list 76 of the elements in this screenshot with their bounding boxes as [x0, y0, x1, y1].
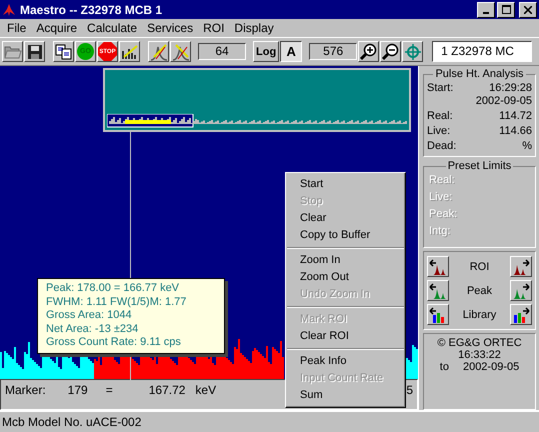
spectrum-button[interactable]: [119, 41, 140, 62]
peak-prev-button[interactable]: [148, 41, 169, 62]
menu-item[interactable]: Services: [142, 21, 198, 35]
next-button[interactable]: [510, 304, 532, 325]
field-label: Real:: [428, 173, 456, 188]
context-menu-item[interactable]: Sum: [286, 387, 405, 404]
field-value: 2002-09-05: [476, 95, 532, 108]
maximize-button[interactable]: [497, 2, 515, 18]
window-title: Maestro -- Z32978 MCB 1: [20, 2, 162, 16]
marker-energy: 167.72: [148, 383, 186, 397]
copy-button[interactable]: [53, 41, 74, 62]
marker-label: Marker:: [5, 383, 46, 397]
log-button[interactable]: Log: [253, 41, 280, 62]
date-text: 2002-09-05: [462, 361, 520, 373]
to-label: to: [440, 361, 449, 373]
context-menu-item[interactable]: Peak Info: [286, 353, 405, 370]
navigation-label: Library: [462, 308, 496, 320]
center-button[interactable]: [402, 41, 424, 62]
detector-field[interactable]: 1 Z32978 MC: [432, 41, 532, 62]
group-title: Pulse Ht. Analysis: [434, 68, 525, 80]
context-menu-item[interactable]: Zoom In: [286, 252, 405, 269]
previous-button[interactable]: [427, 304, 449, 325]
field-label: Start:: [427, 82, 454, 95]
context-menu-item[interactable]: Copy to Buffer: [286, 227, 405, 244]
next-button[interactable]: [510, 256, 532, 277]
open-button[interactable]: [2, 41, 23, 62]
field-label: Dead:: [427, 140, 456, 153]
app-logo-icon: [2, 2, 16, 16]
clock-time: 16:33:22: [457, 349, 502, 361]
field-value: 16:29:28: [489, 82, 532, 95]
peak-info-line: FWHM: 1.11 FW(1/5)M: 1.77: [46, 296, 188, 309]
marker-count: 5: [406, 383, 413, 397]
navigation-label: Peak: [466, 284, 492, 296]
previous-button[interactable]: [427, 256, 449, 277]
peak-next-button[interactable]: [170, 41, 191, 62]
group-title: Preset Limits: [446, 160, 512, 172]
next-button[interactable]: [510, 280, 532, 301]
auto-scale-toggle[interactable]: A: [280, 41, 302, 62]
context-menu-item[interactable]: Clear: [286, 210, 405, 227]
marker-channel: 179: [68, 383, 88, 397]
value-field[interactable]: 64: [198, 43, 246, 60]
minimize-icon: [483, 12, 489, 14]
close-button[interactable]: [519, 2, 537, 18]
minimize-button[interactable]: [477, 2, 495, 18]
context-menu-item[interactable]: Zoom Out: [286, 269, 405, 286]
field-value: %: [522, 140, 532, 153]
equals-sign: =: [106, 383, 113, 397]
peak-info-line: Gross Area: 1044: [46, 309, 133, 322]
maximize-icon: [502, 5, 510, 14]
field-value: 114.66: [499, 125, 532, 138]
peak-info-line: Peak: 178.00 = 166.77 keV: [46, 282, 180, 296]
field-label: Real:: [427, 110, 453, 123]
field-label: Intg:: [428, 224, 452, 239]
context-menu-item[interactable]: Clear ROI: [286, 328, 405, 345]
previous-button[interactable]: [427, 280, 449, 301]
menu-item[interactable]: File: [2, 21, 32, 35]
field-label: Live:: [428, 190, 454, 205]
menu-item[interactable]: ROI: [198, 21, 230, 35]
menu-item[interactable]: Acquire: [31, 21, 82, 35]
zoom-in-button[interactable]: [358, 41, 380, 62]
menu-item[interactable]: Calculate: [82, 21, 142, 35]
menu-item[interactable]: Display: [229, 21, 279, 35]
value-field[interactable]: 576: [309, 43, 358, 60]
save-button[interactable]: [24, 41, 45, 62]
field-label: Live:: [427, 125, 450, 138]
peak-info-line: Net Area: -13 ±234: [46, 322, 140, 336]
field-label: Peak:: [428, 207, 458, 222]
navigation-label: ROI: [470, 260, 490, 272]
status-text: Mcb Model No. uACE-002: [2, 415, 142, 429]
field-value: 114.72: [499, 110, 532, 123]
energy-unit: keV: [195, 383, 216, 397]
zoom-out-button[interactable]: [380, 41, 402, 62]
peak-info-line: Gross Count Rate: 9.11 cps: [46, 336, 182, 350]
context-menu-item[interactable]: Start: [286, 176, 405, 193]
copyright-text: © EG&G ORTEC: [436, 337, 523, 349]
close-icon: [524, 6, 532, 14]
